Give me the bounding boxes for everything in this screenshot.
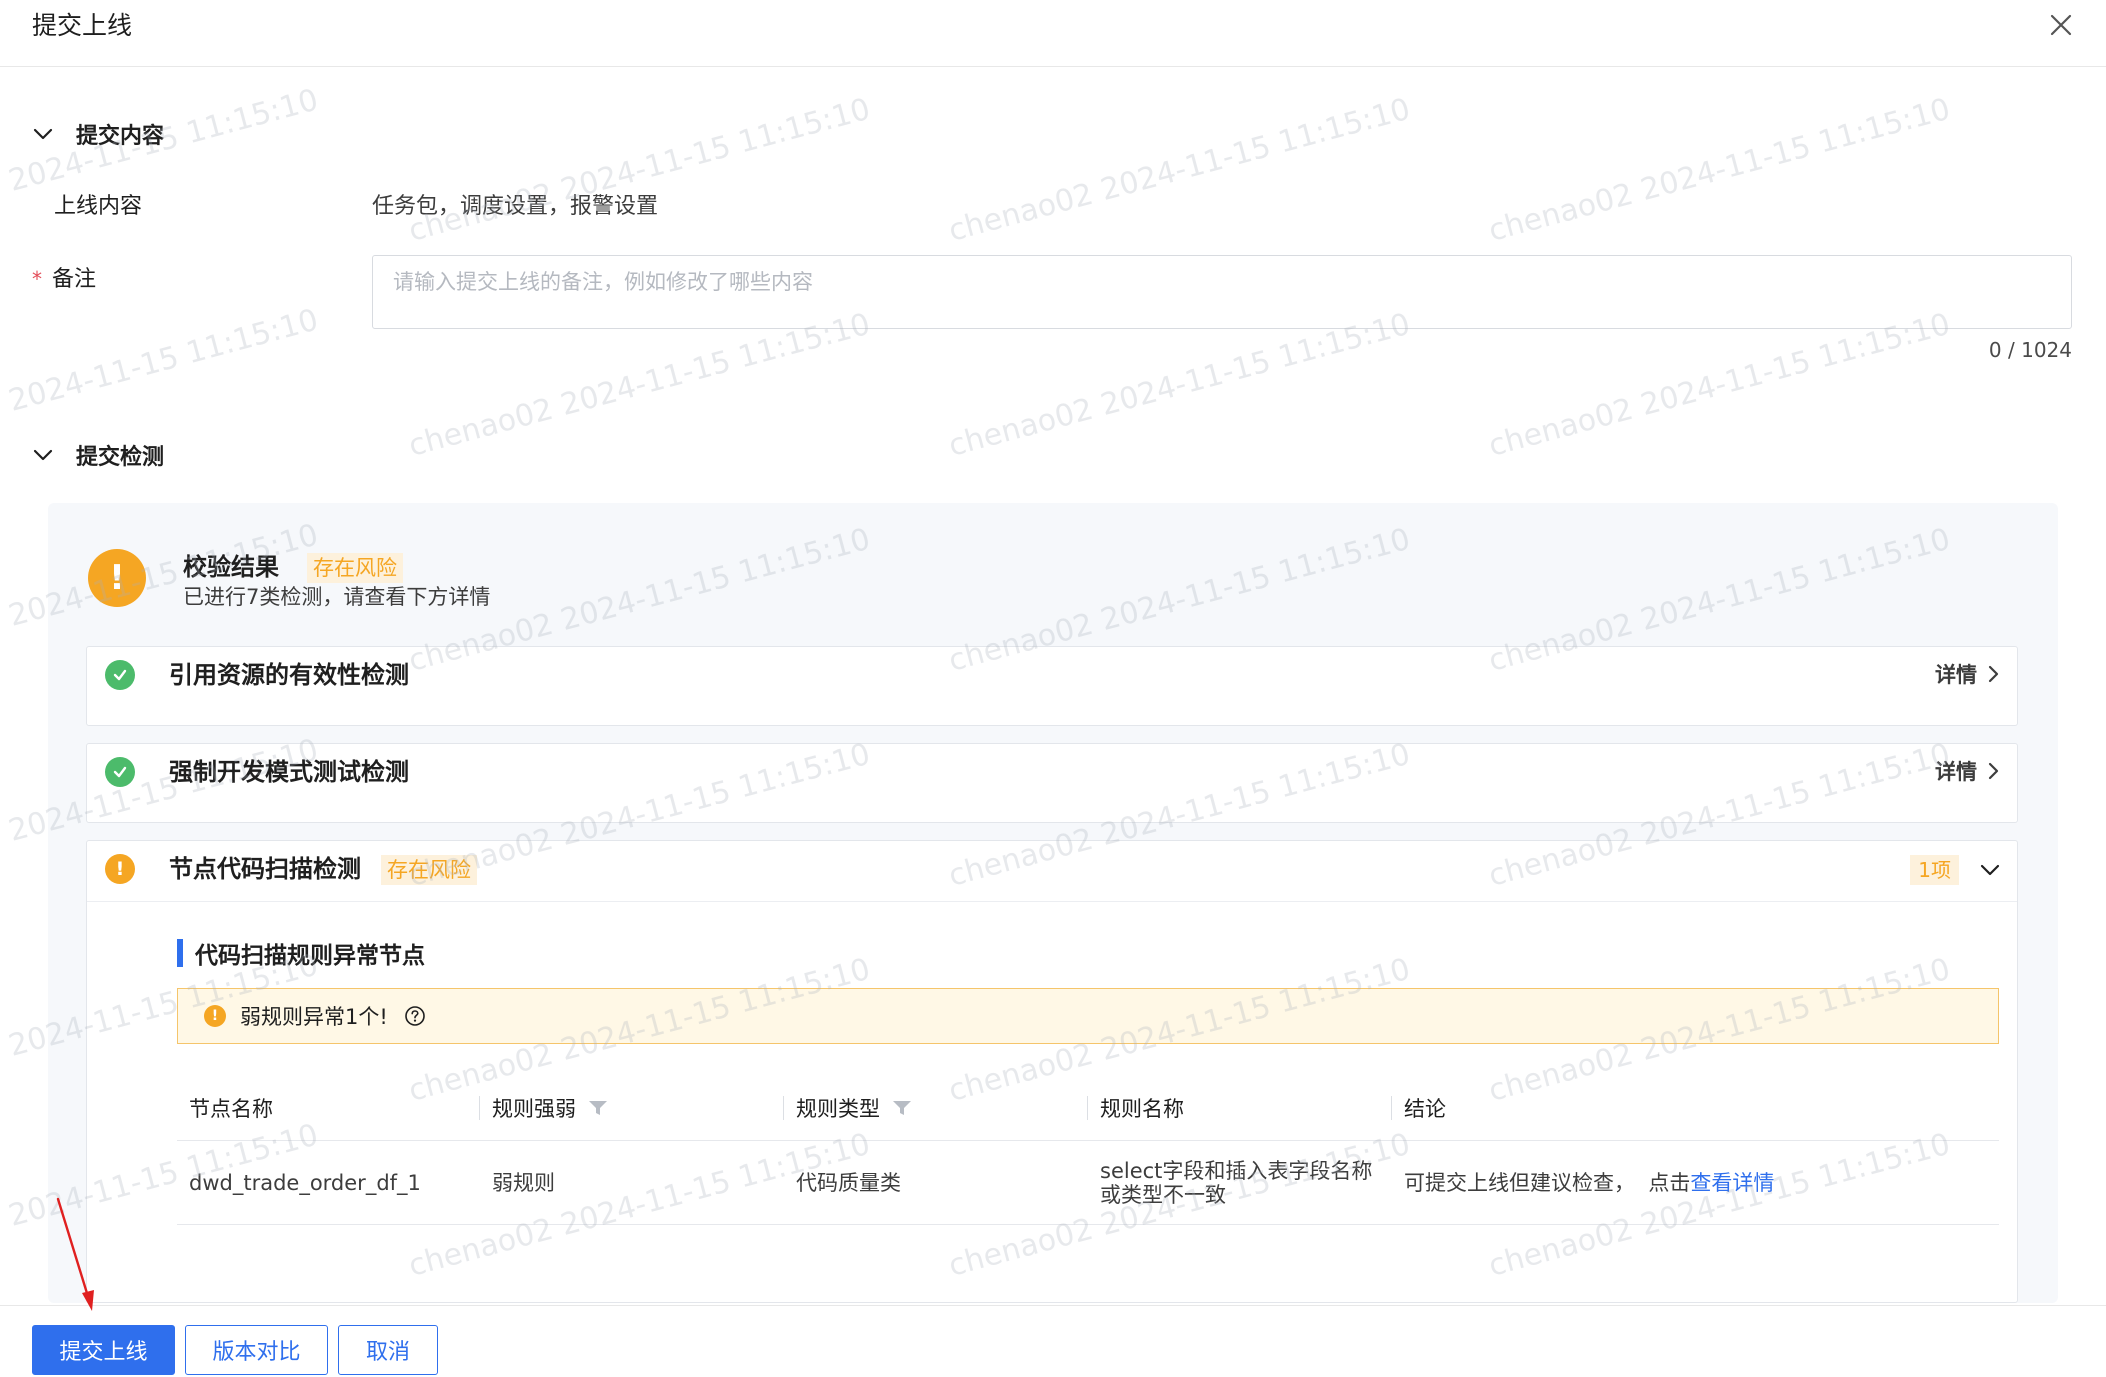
filter-icon[interactable] — [892, 1099, 912, 1117]
cell-rule-type: 代码质量类 — [796, 1171, 901, 1195]
result-subtitle: 已进行7类检测，请查看下方详情 — [183, 585, 491, 609]
card-divider — [87, 901, 2017, 902]
details-link[interactable]: 详情 — [1935, 659, 2001, 689]
required-mark: * — [32, 267, 42, 291]
alert-text: 弱规则异常1个! — [240, 1005, 388, 1029]
chevron-down-icon[interactable] — [1979, 859, 2001, 881]
watermark-text: chenao02 2024-11-15 11:15:10 — [1485, 306, 1954, 464]
submit-online-button[interactable]: 提交上线 — [32, 1325, 175, 1375]
watermark-text: chenao02 2024-11-15 11:15:10 — [1485, 91, 1954, 249]
column-header-node-name: 节点名称 — [189, 1097, 273, 1121]
online-content-label: 上线内容 — [54, 194, 143, 219]
cell-rule-name: select字段和插入表字段名称 或类型不一致 — [1100, 1159, 1373, 1207]
check-circle-icon — [105, 757, 135, 787]
watermark-text: chenao02 2024-11-15 11:15:10 — [945, 91, 1414, 249]
chevron-down-icon — [33, 128, 53, 140]
risk-tag: 存在风险 — [307, 553, 403, 583]
cell-conclusion: 可提交上线但建议检查， 点击 查看详情 — [1392, 1141, 1774, 1225]
warning-circle-icon: ! — [105, 854, 135, 884]
remark-label: 备注 — [52, 267, 97, 292]
dialog-header: 提交上线 — [0, 0, 2106, 67]
check-card-code-scan: ! 节点代码扫描检测存在风险 1项 代码扫描规则异常节点 ! 弱规则异常1个! — [86, 840, 2018, 1303]
watermark-text: chenao02 2024-11-15 11:15:10 — [405, 91, 874, 249]
check-title: 强制开发模式测试检测 — [169, 758, 409, 786]
cell-rule-strength: 弱规则 — [492, 1171, 555, 1195]
table-header: 节点名称 规则强弱 规则类型 规则名称 结论 — [177, 1075, 1999, 1141]
details-link-label: 详情 — [1935, 760, 1977, 784]
check-card-resource-validity: 引用资源的有效性检测 详情 — [86, 646, 2018, 726]
code-scan-table: 节点名称 规则强弱 规则类型 规则名称 结论 dwd_trade_order_d… — [177, 1075, 1999, 1225]
result-title: 校验结果 — [183, 553, 279, 581]
close-icon[interactable] — [2046, 10, 2076, 40]
dialog-footer: 提交上线 版本对比 取消 — [0, 1305, 2106, 1377]
details-link-label: 详情 — [1935, 663, 1977, 687]
cancel-button[interactable]: 取消 — [338, 1325, 438, 1375]
remark-input[interactable] — [393, 266, 2051, 318]
online-content-value: 任务包，调度设置，报警设置 — [372, 194, 659, 219]
submit-online-dialog: 提交上线 提交内容 上线内容 任务包，调度设置，报警设置 * 备注 0 / 102… — [0, 0, 2106, 1377]
cell-node-name: dwd_trade_order_df_1 — [189, 1171, 421, 1195]
chevron-right-icon — [1988, 665, 1999, 683]
remark-label-row: * 备注 — [32, 264, 96, 295]
warning-icon: ! — [88, 549, 146, 607]
check-result-panel: ! 校验结果 存在风险 已进行7类检测，请查看下方详情 引用资源的有效性检测 详情… — [48, 503, 2058, 1303]
column-header-rule-name: 规则名称 — [1100, 1097, 1184, 1121]
section-submit-check-toggle[interactable]: 提交检测 — [32, 438, 164, 472]
details-link[interactable]: 详情 — [1935, 756, 2001, 786]
chevron-down-icon — [33, 449, 53, 461]
version-compare-button[interactable]: 版本对比 — [185, 1325, 328, 1375]
filter-icon[interactable] — [588, 1099, 608, 1117]
result-title-row: 校验结果 存在风险 — [183, 547, 403, 583]
table-row: dwd_trade_order_df_1 弱规则 代码质量类 select字段和… — [177, 1141, 1999, 1225]
section-submit-content-toggle[interactable]: 提交内容 — [32, 117, 164, 151]
view-details-link[interactable]: 查看详情 — [1690, 1171, 1774, 1195]
check-title: 节点代码扫描检测 — [169, 855, 361, 883]
check-card-dev-mode-test: 强制开发模式测试检测 详情 — [86, 743, 2018, 823]
column-header-conclusion: 结论 — [1404, 1097, 1446, 1121]
watermark-text: chenao02 2024-11-15 11:15:10 — [945, 306, 1414, 464]
check-title: 引用资源的有效性检测 — [169, 661, 409, 689]
remark-char-counter: 0 / 1024 — [1988, 338, 2072, 362]
dialog-title: 提交上线 — [32, 11, 133, 40]
column-header-rule-type: 规则类型 — [784, 1075, 912, 1141]
check-title-row: 节点代码扫描检测 存在风险 — [169, 853, 477, 885]
column-header-rule-strength: 规则强弱 — [480, 1075, 608, 1141]
chevron-right-icon — [1988, 762, 1999, 780]
check-circle-icon — [105, 660, 135, 690]
risk-tag: 存在风险 — [381, 855, 477, 885]
watermark-text: chenao02 2024-11-15 11:15:10 — [405, 306, 874, 464]
watermark-text: 2024-11-15 11:15:10 — [5, 302, 322, 419]
help-circle-icon[interactable] — [404, 1005, 426, 1027]
conclusion-text: 可提交上线但建议检查， 点击 — [1404, 1171, 1691, 1195]
section-title-submit-check: 提交检测 — [76, 445, 165, 470]
remark-field-wrapper — [372, 255, 2072, 329]
issue-count-badge: 1项 — [1910, 855, 1959, 885]
section-title-submit-content: 提交内容 — [76, 124, 165, 149]
warning-circle-icon: ! — [204, 1005, 226, 1027]
weak-rule-alert: ! 弱规则异常1个! — [177, 988, 1999, 1044]
code-scan-subtitle: 代码扫描规则异常节点 — [177, 937, 425, 969]
